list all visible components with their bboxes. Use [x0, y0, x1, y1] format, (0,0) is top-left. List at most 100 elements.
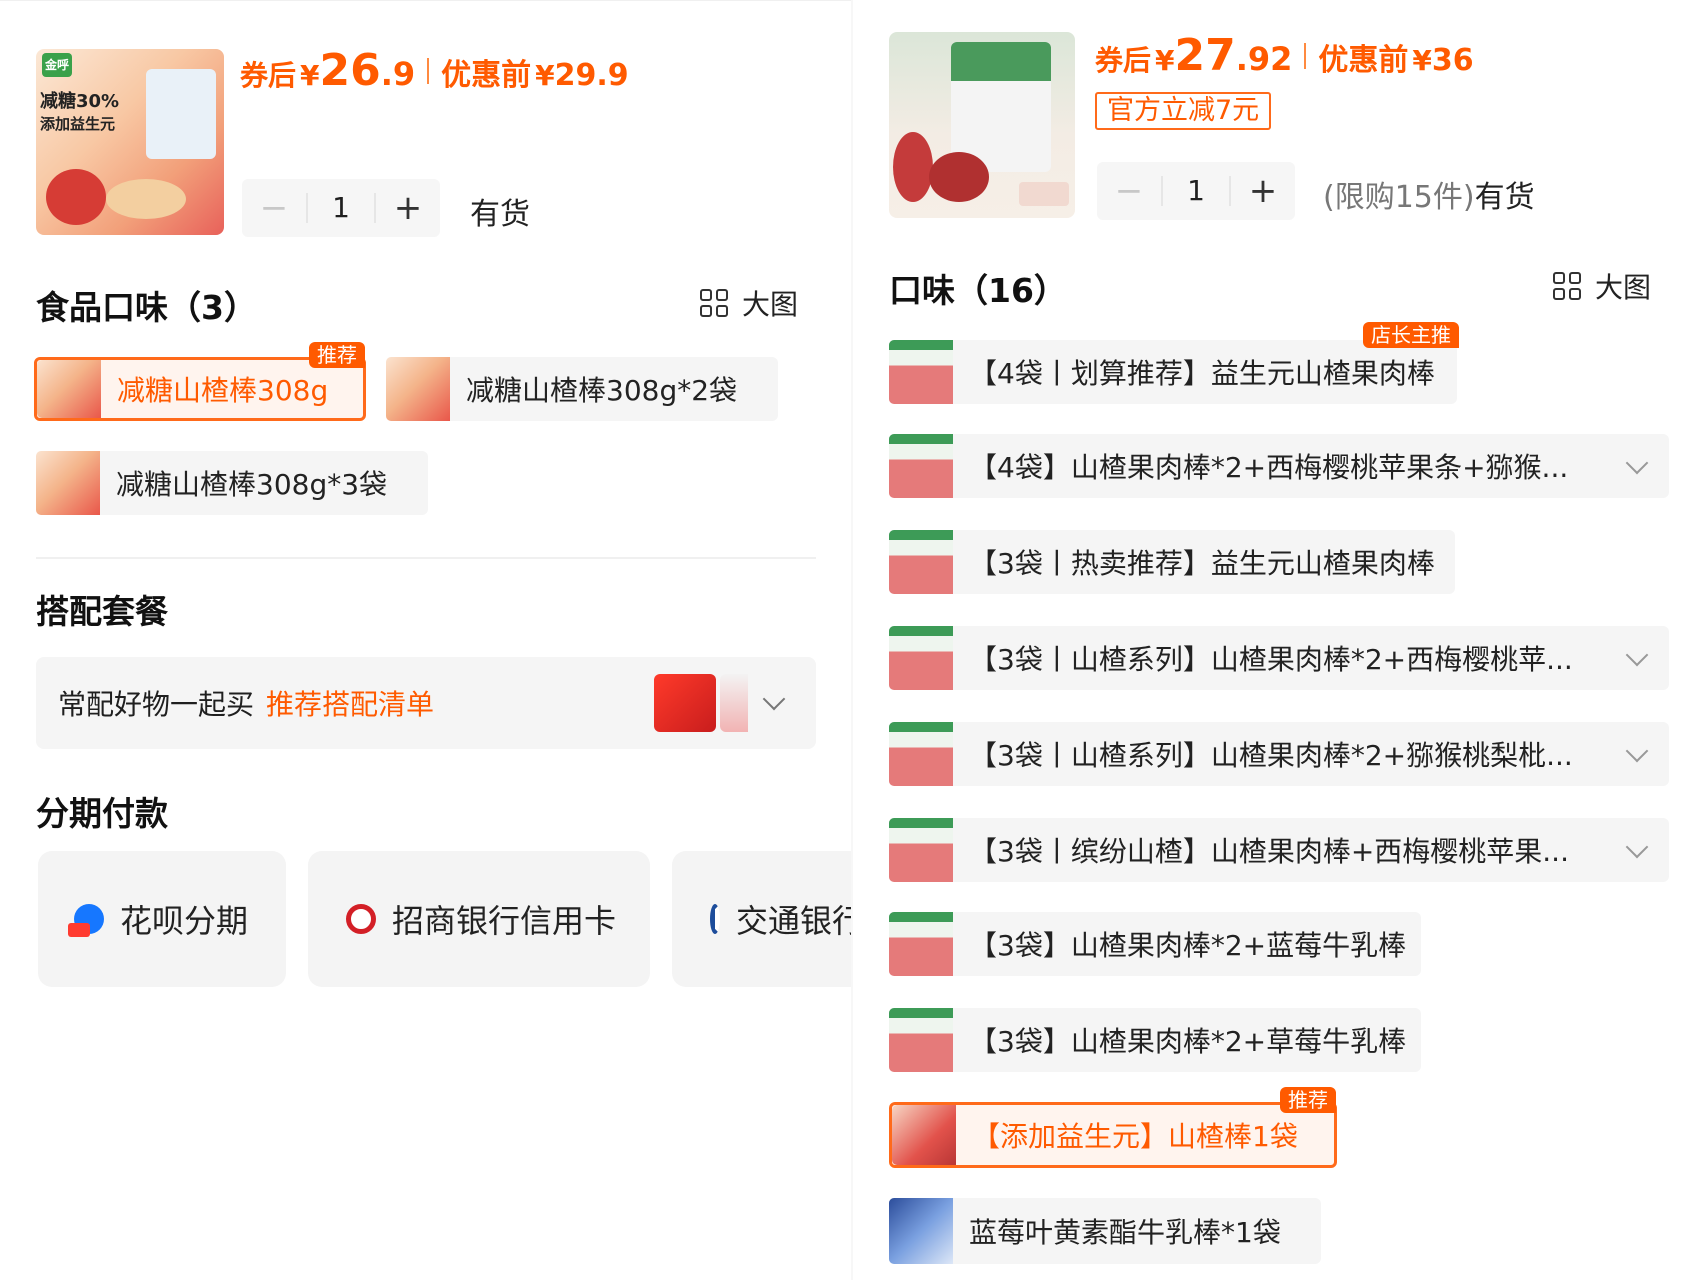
price-separator	[1304, 42, 1307, 69]
flavor-option[interactable]: 【3袋】山楂果肉棒*2+蓝莓牛乳棒	[889, 912, 1421, 976]
flavor-option[interactable]: 【3袋丨山楂系列】山楂果肉棒*2+西梅樱桃苹...	[889, 626, 1669, 690]
option-thumbnail	[889, 340, 953, 404]
chevron-down-icon	[1625, 739, 1649, 763]
option-thumbnail	[889, 434, 953, 498]
quantity-stepper: − 1 +	[1097, 162, 1295, 220]
option-label: 【3袋丨山楂系列】山楂果肉棒*2+西梅樱桃苹...	[969, 643, 1573, 676]
option-label: 减糖山楂棒308g*2袋	[466, 374, 738, 407]
quantity-value[interactable]: 1	[306, 193, 376, 223]
price-line: 券后 ¥ 26 .9 优惠前 ¥ 29.9	[240, 45, 629, 96]
flavor-option[interactable]: 【3袋丨山楂系列】山楂果肉棒*2+猕猴桃梨枇...	[889, 722, 1669, 786]
price-before: 36	[1431, 43, 1474, 78]
option-label: 【3袋】山楂果肉棒*2+草莓牛乳棒	[969, 1025, 1407, 1058]
flavor-option[interactable]: 【3袋丨热卖推荐】益生元山楂果肉棒	[889, 530, 1455, 594]
flavor-option[interactable]: 蓝莓叶黄素酯牛乳棒*1袋	[889, 1198, 1321, 1264]
bundle-thumbnails	[654, 674, 748, 732]
option-thumbnail	[36, 451, 100, 515]
thumb-text: 添加益生元	[40, 115, 116, 133]
flavor-section-title: 食品口味（3）	[36, 288, 257, 327]
price-after-dec: .92	[1235, 40, 1293, 78]
increase-button[interactable]: +	[376, 179, 440, 237]
flavor-option[interactable]: 【添加益生元】山楂棒1袋 推荐	[889, 1087, 1337, 1168]
option-label: 【添加益生元】山楂棒1袋	[972, 1120, 1298, 1153]
currency-symbol: ¥	[300, 59, 320, 92]
recommend-badge: 推荐	[309, 342, 365, 368]
chevron-down-icon	[1625, 451, 1649, 475]
price-after-int: 27	[1174, 30, 1236, 81]
option-label: 减糖山楂棒308g	[117, 374, 329, 407]
option-thumbnail	[37, 360, 101, 418]
decrease-button[interactable]: −	[242, 179, 306, 237]
option-thumbnail	[889, 1198, 953, 1264]
currency-symbol: ¥	[1155, 44, 1175, 77]
flavor-option[interactable]: 减糖山楂棒308g*2袋	[386, 357, 778, 421]
installment-option[interactable]: 花呗分期	[38, 851, 286, 987]
installment-option[interactable]: 交通银行信用卡	[672, 851, 853, 987]
flavor-option[interactable]: 【4袋】山楂果肉棒*2+西梅樱桃苹果条+猕猴...	[889, 434, 1669, 498]
grid-icon	[1553, 272, 1581, 300]
product-thumbnail	[889, 32, 1075, 218]
currency-symbol: ¥	[1412, 44, 1432, 77]
installment-label: 招商银行信用卡	[392, 902, 617, 940]
price-after-dec: .9	[380, 55, 416, 93]
installment-option[interactable]: 招商银行信用卡	[308, 851, 650, 987]
large-view-toggle[interactable]: 大图	[700, 283, 798, 323]
price-after-int: 26	[319, 45, 381, 96]
brand-logo: 金呼	[42, 53, 72, 77]
flavor-option[interactable]: 【4袋丨划算推荐】益生元山楂果肉棒 店长主推	[889, 322, 1459, 404]
option-thumbnail	[889, 722, 953, 786]
installment-label: 交通银行信用卡	[736, 902, 853, 940]
stock-label: 有货	[1474, 180, 1535, 215]
recommend-badge: 推荐	[1280, 1087, 1336, 1113]
after-coupon-label: 券后	[240, 59, 297, 92]
flavor-option[interactable]: 减糖山楂棒308g 推荐	[34, 342, 366, 421]
flavor-option[interactable]: 【3袋】山楂果肉棒*2+草莓牛乳棒	[889, 1008, 1421, 1072]
flavor-option[interactable]: 减糖山楂棒308g*3袋	[36, 451, 428, 515]
shop-pick-badge: 店长主推	[1363, 322, 1459, 348]
decrease-button[interactable]: −	[1097, 162, 1161, 220]
bundle-row[interactable]: 常配好物一起买 推荐搭配清单	[36, 657, 816, 749]
quantity-value[interactable]: 1	[1161, 176, 1231, 206]
price-before: 29.9	[554, 58, 629, 93]
bundle-link[interactable]: 推荐搭配清单	[266, 683, 434, 723]
left-sku-panel: 金呼 减糖30% 添加益生元 券后 ¥ 26 .9 优惠前 ¥ 29.9 − 1…	[0, 0, 853, 1280]
currency-symbol: ¥	[535, 59, 555, 92]
option-label: 减糖山楂棒308g*3袋	[116, 468, 388, 501]
chevron-down-icon	[1625, 835, 1649, 859]
increase-button[interactable]: +	[1231, 162, 1295, 220]
discount-tag: 官方立减7元	[1095, 92, 1272, 130]
chevron-down-icon	[762, 687, 786, 711]
option-label: 蓝莓叶黄素酯牛乳棒*1袋	[969, 1216, 1281, 1249]
after-coupon-label: 券后	[1095, 44, 1152, 77]
price-line: 券后 ¥ 27 .92 优惠前 ¥ 36	[1095, 30, 1474, 81]
chevron-down-icon	[1625, 643, 1649, 667]
purchase-limit: (限购15件)	[1323, 180, 1475, 215]
option-thumbnail	[889, 912, 953, 976]
option-thumbnail	[889, 1008, 953, 1072]
option-label: 【4袋】山楂果肉棒*2+西梅樱桃苹果条+猕猴...	[969, 451, 1569, 484]
installment-section-title: 分期付款	[36, 794, 168, 833]
thumb-text: 减糖30%	[40, 91, 120, 112]
option-label: 【3袋丨热卖推荐】益生元山楂果肉棒	[969, 547, 1435, 580]
section-divider	[36, 557, 816, 559]
stock-status: (限购15件)有货	[1323, 172, 1535, 216]
stock-status: 有货	[470, 197, 530, 232]
large-view-toggle[interactable]: 大图	[1553, 266, 1651, 306]
option-label: 【3袋丨缤纷山楂】山楂果肉棒+西梅樱桃苹果...	[969, 835, 1569, 868]
large-view-label: 大图	[1595, 271, 1652, 304]
before-discount-label: 优惠前	[1318, 43, 1409, 78]
flavor-option[interactable]: 【3袋丨缤纷山楂】山楂果肉棒+西梅樱桃苹果...	[889, 818, 1669, 882]
product-thumbnail: 金呼 减糖30% 添加益生元	[36, 49, 224, 235]
option-thumbnail	[889, 818, 953, 882]
flavor-section-title: 口味（16）	[889, 271, 1067, 310]
price-separator	[427, 57, 430, 84]
right-sku-panel: 券后 ¥ 27 .92 优惠前 ¥ 36 官方立减7元 − 1 + (限购15件…	[853, 0, 1706, 1280]
option-thumbnail	[892, 1105, 956, 1165]
huabei-icon	[68, 904, 104, 937]
cmb-bank-icon	[346, 904, 376, 934]
bundle-text: 常配好物一起买	[58, 688, 255, 721]
option-thumbnail	[889, 626, 953, 690]
bundle-section-title: 搭配套餐	[36, 592, 168, 631]
option-label: 【3袋】山楂果肉棒*2+蓝莓牛乳棒	[969, 929, 1407, 962]
installment-label: 花呗分期	[120, 902, 249, 940]
